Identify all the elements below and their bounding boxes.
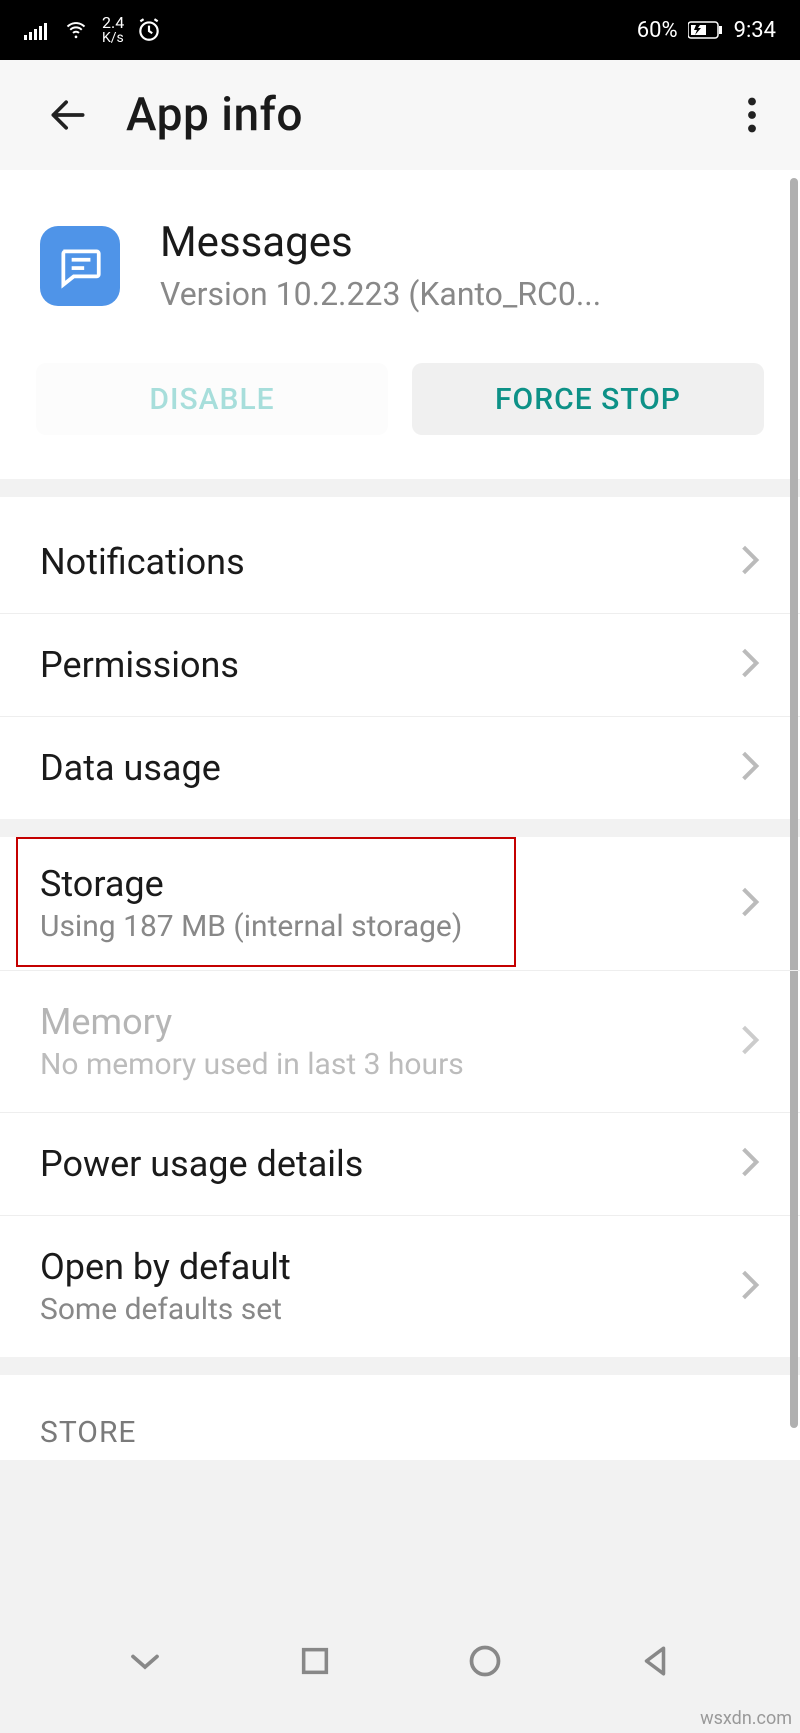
memory-label: Memory	[40, 1001, 740, 1043]
alarm-icon	[136, 17, 162, 43]
nav-recents-button[interactable]	[285, 1631, 345, 1691]
notifications-row[interactable]: Notifications	[0, 511, 800, 614]
list-group-2: Storage Using 187 MB (internal storage) …	[0, 837, 800, 1357]
status-right: 60% 9:34	[637, 18, 776, 43]
chevron-right-icon	[740, 647, 760, 683]
navigation-bar	[0, 1621, 800, 1701]
force-stop-button[interactable]: FORCE STOP	[412, 363, 764, 435]
page-title: App info	[126, 88, 728, 142]
battery-icon	[688, 21, 724, 39]
list-group-1: Notifications Permissions Data usage	[0, 497, 800, 819]
watermark: wsxdn.com	[700, 1708, 792, 1729]
disable-button[interactable]: DISABLE	[36, 363, 388, 435]
permissions-label: Permissions	[40, 644, 740, 686]
open-default-sub: Some defaults set	[40, 1292, 740, 1327]
app-icon	[40, 226, 120, 306]
permissions-row[interactable]: Permissions	[0, 614, 800, 717]
app-name: Messages	[160, 218, 601, 267]
store-header: STORE	[0, 1375, 800, 1460]
data-usage-label: Data usage	[40, 747, 740, 789]
storage-label: Storage	[40, 863, 740, 905]
storage-row[interactable]: Storage Using 187 MB (internal storage)	[0, 837, 800, 971]
action-button-row: DISABLE FORCE STOP	[0, 343, 800, 479]
signal-icon	[24, 20, 50, 40]
content: Messages Version 10.2.223 (Kanto_RC0... …	[0, 170, 800, 1460]
status-left: 2.4 K/s	[24, 15, 162, 45]
open-by-default-row[interactable]: Open by default Some defaults set	[0, 1216, 800, 1357]
network-speed: 2.4 K/s	[102, 15, 124, 45]
clock-time: 9:34	[734, 18, 776, 43]
chevron-right-icon	[740, 544, 760, 580]
storage-sub: Using 187 MB (internal storage)	[40, 909, 740, 944]
open-default-label: Open by default	[40, 1246, 740, 1288]
nav-home-button[interactable]	[455, 1631, 515, 1691]
chevron-right-icon	[740, 886, 760, 922]
chevron-right-icon	[740, 750, 760, 786]
nav-hide-keyboard-button[interactable]	[115, 1631, 175, 1691]
notifications-label: Notifications	[40, 541, 740, 583]
battery-percent: 60%	[637, 18, 678, 43]
overflow-menu-button[interactable]	[728, 91, 776, 139]
chevron-right-icon	[740, 1146, 760, 1182]
speed-value: 2.4	[102, 15, 124, 31]
data-usage-row[interactable]: Data usage	[0, 717, 800, 819]
memory-sub: No memory used in last 3 hours	[40, 1047, 740, 1082]
chevron-right-icon	[740, 1024, 760, 1060]
nav-back-button[interactable]	[625, 1631, 685, 1691]
app-version: Version 10.2.223 (Kanto_RC0...	[160, 275, 601, 313]
scrollbar[interactable]	[790, 178, 798, 1428]
app-title-block: Messages Version 10.2.223 (Kanto_RC0...	[160, 218, 601, 313]
app-bar: App info	[0, 60, 800, 170]
app-header: Messages Version 10.2.223 (Kanto_RC0...	[0, 170, 800, 343]
store-section: STORE	[0, 1375, 800, 1460]
wifi-icon	[62, 19, 90, 41]
memory-row[interactable]: Memory No memory used in last 3 hours	[0, 971, 800, 1113]
chevron-right-icon	[740, 1269, 760, 1305]
app-header-card: Messages Version 10.2.223 (Kanto_RC0... …	[0, 170, 800, 479]
speed-unit: K/s	[102, 31, 124, 45]
power-usage-label: Power usage details	[40, 1143, 740, 1185]
status-bar: 2.4 K/s 60% 9:34	[0, 0, 800, 60]
power-usage-row[interactable]: Power usage details	[0, 1113, 800, 1216]
back-button[interactable]	[40, 87, 96, 143]
